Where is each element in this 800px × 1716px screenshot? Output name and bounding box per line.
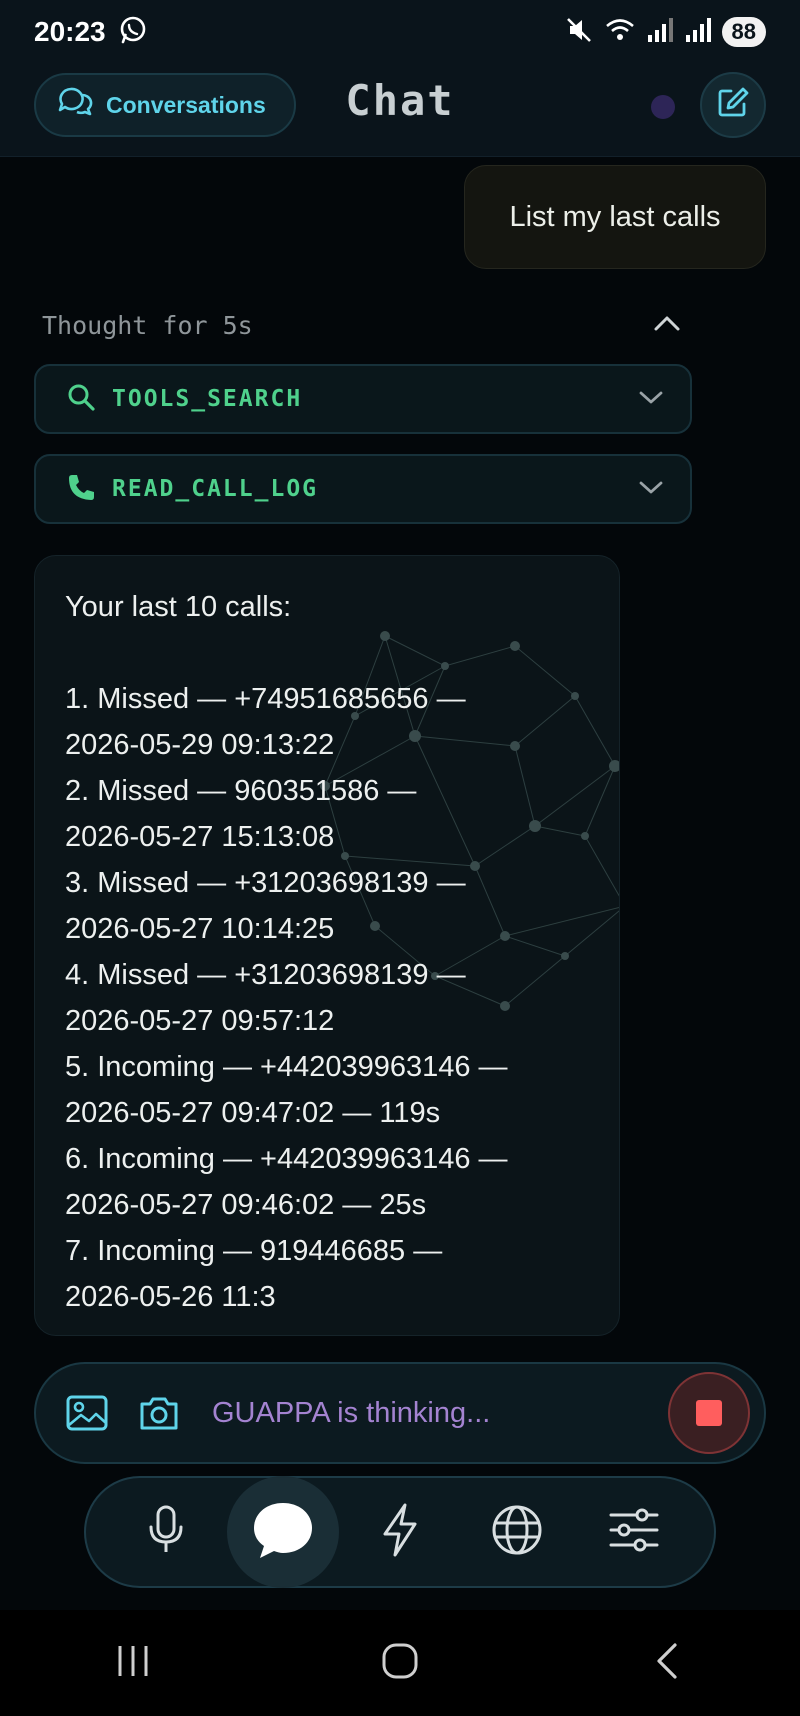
call-line: 4. Missed — +31203698139 —	[65, 959, 466, 991]
user-message-text: List my last calls	[509, 200, 721, 233]
chevron-down-icon	[638, 388, 664, 410]
chat-bubble-icon	[250, 1499, 316, 1565]
whatsapp-icon	[118, 15, 148, 49]
call-line: 2026-05-27 15:13:08	[65, 821, 335, 853]
call-line: 5. Incoming — +442039963146 —	[65, 1051, 508, 1083]
dock-chat-button[interactable]	[227, 1476, 340, 1588]
call-line: 1. Missed — +74951685656 —	[65, 683, 466, 715]
chat-screen: 20:23 88 Conversations Chat List my last…	[0, 0, 800, 1716]
call-line: 2026-05-29 09:13:22	[65, 729, 335, 761]
back-button[interactable]	[617, 1623, 717, 1703]
dock-actions-button[interactable]	[344, 1476, 456, 1588]
phone-icon	[66, 472, 96, 506]
stop-button[interactable]	[668, 1372, 750, 1454]
call-line: 2. Missed — 960351586 —	[65, 775, 417, 807]
signal-icon	[646, 15, 674, 49]
thought-toggle[interactable]: Thought for 5s	[42, 305, 682, 345]
page-title: Chat	[345, 76, 455, 125]
globe-icon	[490, 1503, 544, 1561]
lightning-icon	[379, 1502, 421, 1562]
microphone-icon	[146, 1504, 186, 1560]
dock-settings-button[interactable]	[578, 1476, 690, 1588]
tool-name: TOOLS_SEARCH	[112, 386, 303, 412]
call-line: 7. Incoming — 919446685 —	[65, 1235, 443, 1267]
image-icon[interactable]	[64, 1390, 110, 1436]
system-navigation-bar	[0, 1610, 800, 1716]
tool-name: READ_CALL_LOG	[112, 476, 319, 502]
app-header: Conversations Chat	[0, 64, 800, 157]
signal-icon	[684, 15, 712, 49]
call-line: 2026-05-26 11:3	[65, 1281, 276, 1313]
call-line: 2026-05-27 09:47:02 — 119s	[65, 1097, 441, 1129]
home-button[interactable]	[350, 1623, 450, 1703]
message-composer: GUAPPA is thinking...	[34, 1362, 766, 1464]
bottom-dock	[84, 1476, 716, 1588]
stop-icon	[696, 1400, 722, 1426]
sliders-icon	[608, 1507, 660, 1557]
tool-card-tools-search[interactable]: TOOLS_SEARCH	[34, 364, 692, 434]
recent-apps-button[interactable]	[83, 1623, 183, 1703]
call-line: 6. Incoming — +442039963146 —	[65, 1143, 508, 1175]
camera-icon[interactable]	[136, 1390, 182, 1436]
reply-intro: Your last 10 calls:	[65, 591, 292, 623]
mute-icon	[564, 15, 594, 49]
call-line: 3. Missed — +31203698139 —	[65, 867, 466, 899]
recents-icon	[115, 1644, 151, 1682]
status-time: 20:23	[34, 16, 106, 47]
call-line: 2026-05-27 09:46:02 — 25s	[65, 1189, 427, 1221]
search-icon	[66, 382, 96, 416]
tool-card-read-call-log[interactable]: READ_CALL_LOG	[34, 454, 692, 524]
wifi-icon	[604, 15, 636, 49]
call-line: 2026-05-27 09:57:12	[65, 1005, 335, 1037]
chevron-up-icon	[652, 313, 682, 337]
home-icon	[381, 1642, 419, 1684]
thought-label: Thought for 5s	[42, 310, 253, 340]
edit-icon	[715, 85, 751, 125]
dock-web-button[interactable]	[461, 1476, 573, 1588]
status-bar: 20:23 88	[0, 0, 800, 64]
assistant-message-bubble: Your last 10 calls: 1. Missed — +7495168…	[34, 555, 620, 1336]
call-line: 2026-05-27 10:14:25	[65, 913, 335, 945]
back-icon	[653, 1642, 681, 1684]
user-message-bubble: List my last calls	[464, 165, 766, 269]
battery-indicator: 88	[721, 17, 766, 47]
thinking-status: GUAPPA is thinking...	[212, 1396, 491, 1429]
dock-voice-button[interactable]	[110, 1476, 222, 1588]
new-chat-button[interactable]	[700, 72, 766, 138]
connection-status-dot	[651, 95, 675, 119]
chevron-down-icon	[638, 478, 664, 500]
